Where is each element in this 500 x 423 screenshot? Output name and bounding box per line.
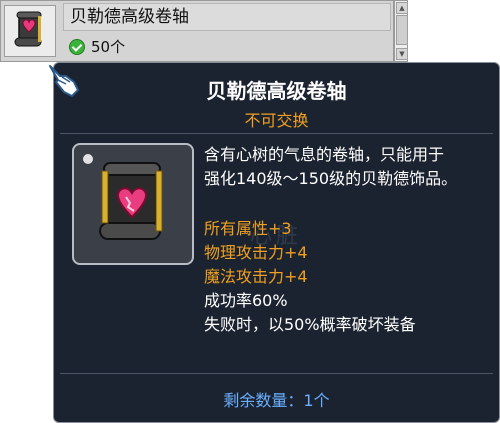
trade-status: 不可交换 [244,111,309,130]
description-line-2: 强化140级～150级的贝勒德饰品。 [204,169,458,188]
stat-fail-effect: 失败时，以50%概率破坏装备 [204,315,416,334]
remaining-quantity: 剩余数量：1个 [223,391,330,410]
item-quantity: 50个 [91,38,126,56]
scroll-heart-icon [14,11,42,47]
divider [60,133,493,134]
item-icon-frame [72,143,194,265]
scrollbar[interactable]: ▲ ▼ [394,0,408,62]
description-line-1: 含有心树的气息的卷轴，只能用于 [204,145,445,164]
scroll-down-button[interactable]: ▼ [396,48,408,60]
stat-all-attributes: 所有属性+3 [204,219,292,238]
scroll-up-button[interactable]: ▲ [396,2,408,14]
tooltip-title: 贝勒德高级卷轴 [206,79,347,103]
divider [60,373,493,374]
stat-success-rate: 成功率60% [204,291,288,310]
hand-cursor-icon [49,65,79,97]
scroll-thumb[interactable] [396,15,408,45]
item-quantity-row: 50个 [63,34,391,60]
item-tooltip: 贝勒德高级卷轴 不可交换 心脏 含有心树的气息的卷轴，只能用于 强化140级～1… [53,62,500,423]
item-description: 含有心树的气息的卷轴，只能用于 强化140级～150级的贝勒德饰品。 [204,143,494,191]
stat-lines: 所有属性+3 物理攻击力+4 魔法攻击力+4 成功率60% 失败时，以50%概率… [204,217,494,337]
stat-magic-attack: 魔法攻击力+4 [204,267,308,286]
inventory-row[interactable]: 贝勒德高级卷轴 50个 [0,0,394,62]
check-circle-icon [69,39,85,55]
item-name: 贝勒德高级卷轴 [63,3,391,31]
stat-physical-attack: 物理攻击力+4 [204,243,308,262]
item-slot[interactable] [4,5,56,57]
scroll-heart-icon [83,154,163,240]
